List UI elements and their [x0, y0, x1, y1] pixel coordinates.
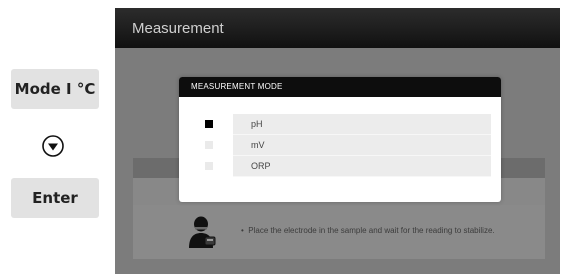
mode-button-label: Mode I °C — [14, 80, 96, 98]
option-mv-checkbox[interactable] — [205, 141, 213, 149]
dialog-title: MEASUREMENT MODE — [179, 77, 501, 97]
mode-options-list: pH mV ORP — [205, 114, 491, 177]
enter-button-label: Enter — [32, 189, 78, 207]
hint-text: • Place the electrode in the sample and … — [241, 226, 495, 235]
option-ph-label: pH — [251, 119, 263, 129]
screen-header: Measurement — [115, 8, 560, 48]
option-orp-row[interactable]: ORP — [233, 156, 491, 177]
measurement-mode-dialog: MEASUREMENT MODE pH mV ORP — [179, 77, 501, 202]
option-mv-row[interactable]: mV — [233, 135, 491, 156]
user-with-electrode-icon — [187, 215, 217, 249]
option-mv-label: mV — [251, 140, 265, 150]
option-orp[interactable]: ORP — [205, 156, 491, 177]
screen-title: Measurement — [132, 20, 224, 37]
device-screen: Measurement • Place the electrode in the… — [115, 8, 560, 274]
option-orp-label: ORP — [251, 161, 271, 171]
option-orp-checkbox[interactable] — [205, 162, 213, 170]
enter-button[interactable]: Enter — [11, 178, 99, 218]
option-mv[interactable]: mV — [205, 135, 491, 156]
option-ph-row[interactable]: pH — [233, 114, 491, 135]
down-arrow-circle-icon[interactable] — [41, 134, 65, 158]
hint-panel: • Place the electrode in the sample and … — [133, 205, 545, 259]
hint-text-content: Place the electrode in the sample and wa… — [248, 226, 495, 235]
option-ph[interactable]: pH — [205, 114, 491, 135]
option-ph-checkbox[interactable] — [205, 120, 213, 128]
mode-button[interactable]: Mode I °C — [11, 69, 99, 109]
